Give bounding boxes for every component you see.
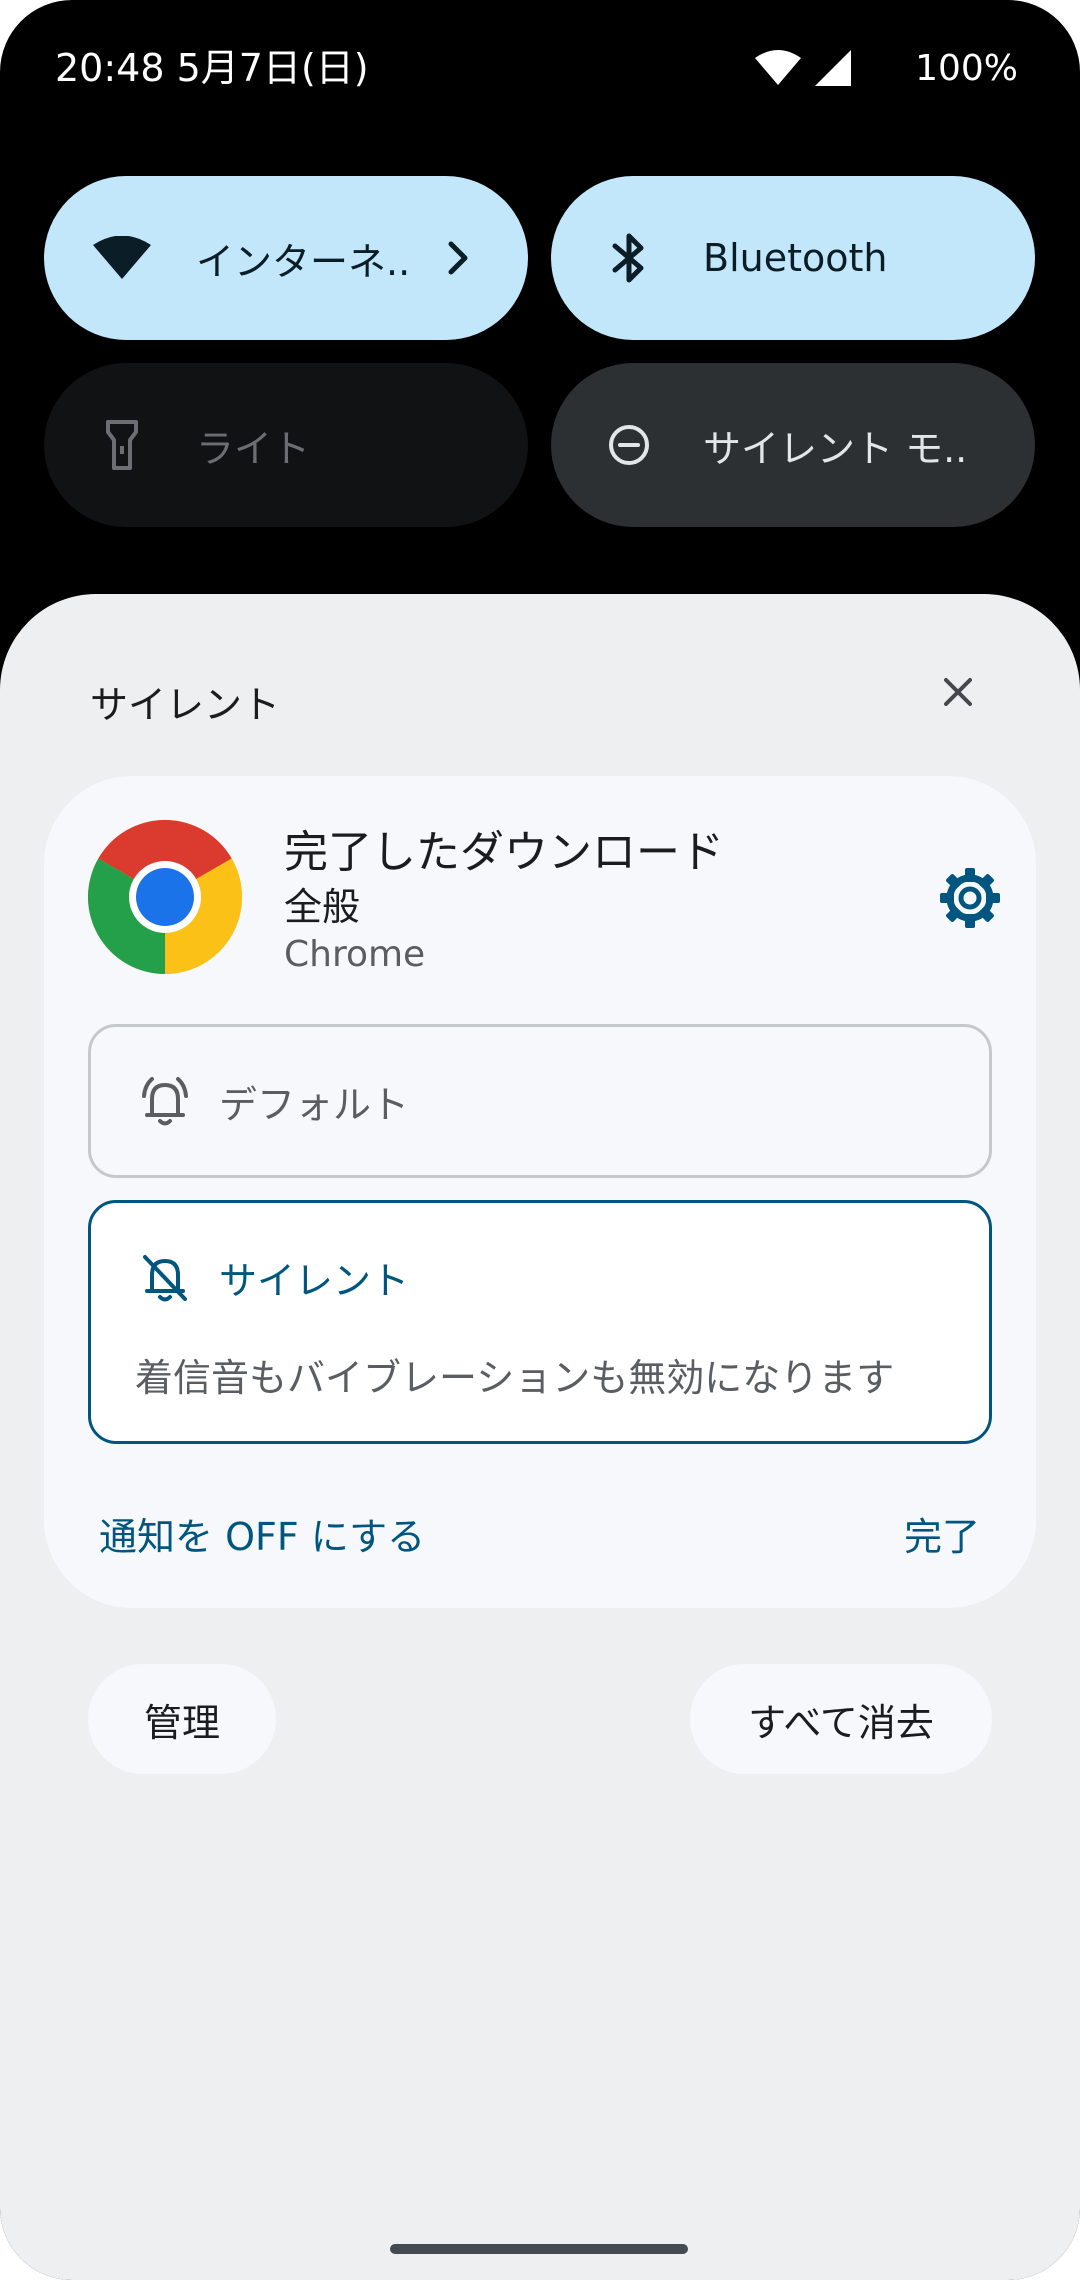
- notification-shade-screen: 20:48 5月7日(日) 100% インターネ.. Bluetooth ライト: [0, 0, 1080, 2280]
- do-not-disturb-icon: [591, 407, 667, 483]
- notification-settings-card: 完了したダウンロード 全般 Chrome デフォルト サイレント 着信音もバイブ…: [44, 776, 1036, 1608]
- tile-bluetooth[interactable]: Bluetooth: [551, 176, 1035, 340]
- tile-do-not-disturb[interactable]: サイレント モ..: [551, 363, 1035, 527]
- clear-all-button[interactable]: すべて消去: [690, 1664, 992, 1774]
- chevron-right-icon[interactable]: [428, 228, 488, 288]
- flashlight-icon: [84, 407, 160, 483]
- notification-title: 完了したダウンロード: [284, 827, 724, 878]
- wifi-icon: [84, 220, 160, 296]
- option-silent-label: サイレント: [219, 1258, 410, 1303]
- chrome-icon: [87, 819, 243, 974]
- wifi-icon: [755, 50, 802, 86]
- option-silent-description: 着信音もバイブレーションも無効になります: [135, 1356, 895, 1400]
- option-default-label: デフォルト: [219, 1082, 410, 1127]
- done-button[interactable]: 完了: [904, 1506, 980, 1561]
- gesture-nav-handle[interactable]: [390, 2244, 688, 2254]
- option-default-row: デフォルト: [135, 1071, 409, 1131]
- option-silent-row: サイレント: [135, 1247, 409, 1307]
- bell-off-icon: [135, 1247, 195, 1307]
- tile-internet[interactable]: インターネ..: [44, 176, 528, 340]
- tile-bluetooth-label: Bluetooth: [703, 236, 888, 280]
- option-default[interactable]: デフォルト: [88, 1024, 992, 1178]
- gear-icon[interactable]: [938, 866, 1002, 930]
- cell-signal-icon: [815, 50, 852, 86]
- bell-ringing-icon: [135, 1071, 195, 1131]
- tile-do-not-disturb-label: サイレント モ..: [703, 426, 968, 471]
- tile-internet-label: インターネ..: [196, 239, 411, 284]
- notification-app-name: Chrome: [284, 934, 426, 975]
- close-icon[interactable]: [926, 660, 990, 724]
- battery-level: 100%: [915, 47, 1018, 89]
- bluetooth-icon: [591, 220, 667, 296]
- option-silent[interactable]: サイレント 着信音もバイブレーションも無効になります: [88, 1200, 992, 1444]
- section-title: サイレント: [90, 683, 281, 727]
- status-time: 20:48 5月7日(日): [55, 46, 369, 90]
- turn-off-notifications-button[interactable]: 通知を OFF にする: [99, 1506, 425, 1561]
- tile-flashlight[interactable]: ライト: [44, 363, 528, 527]
- notification-channel: 全般: [284, 885, 361, 929]
- status-icons: 100%: [755, 40, 1018, 96]
- notification-panel: サイレント 完了したダウンロード 全般 Chrome デフォルト サイレント 着…: [0, 594, 1080, 2280]
- tile-flashlight-label: ライト: [196, 426, 311, 471]
- manage-button[interactable]: 管理: [88, 1664, 276, 1774]
